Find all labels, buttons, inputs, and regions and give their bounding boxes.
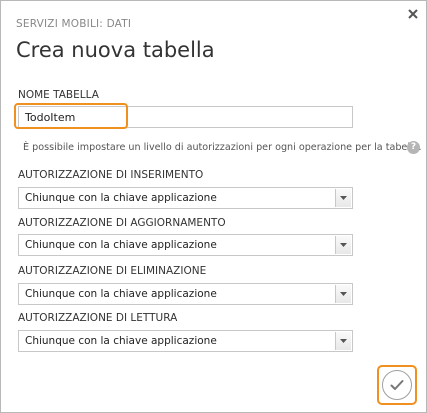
delete-permission-select[interactable]: Chiunque con la chiave applicazione <box>18 283 353 305</box>
dialog-title: Crea nuova tabella <box>16 38 215 62</box>
help-icon[interactable]: ? <box>407 141 420 154</box>
dropdown-button[interactable] <box>335 332 351 350</box>
close-icon <box>408 9 418 19</box>
update-permission-value: Chiunque con la chiave applicazione <box>25 239 217 251</box>
delete-permission-value: Chiunque con la chiave applicazione <box>25 288 217 300</box>
chevron-down-icon <box>340 196 347 200</box>
update-permission-select[interactable]: Chiunque con la chiave applicazione <box>18 234 353 256</box>
insert-permission-value: Chiunque con la chiave applicazione <box>25 192 217 204</box>
delete-permission-label: AUTORIZZAZIONE DI ELIMINAZIONE <box>18 265 207 277</box>
chevron-down-icon <box>340 339 347 343</box>
permissions-help-text: È possibile impostare un livello di auto… <box>23 142 422 153</box>
close-button[interactable] <box>404 5 422 23</box>
dropdown-button[interactable] <box>335 189 351 207</box>
checkmark-icon <box>390 380 404 390</box>
read-permission-value: Chiunque con la chiave applicazione <box>25 335 217 347</box>
create-table-dialog: SERVIZI MOBILI: DATI Crea nuova tabella … <box>0 0 427 413</box>
update-permission-label: AUTORIZZAZIONE DI AGGIORNAMENTO <box>18 217 226 229</box>
dropdown-button[interactable] <box>335 236 351 254</box>
dialog-subtitle: SERVIZI MOBILI: DATI <box>16 18 132 30</box>
table-name-input[interactable] <box>18 106 353 128</box>
chevron-down-icon <box>340 243 347 247</box>
insert-permission-label: AUTORIZZAZIONE DI INSERIMENTO <box>18 169 204 181</box>
dropdown-button[interactable] <box>335 285 351 303</box>
read-permission-label: AUTORIZZAZIONE DI LETTURA <box>18 312 178 324</box>
confirm-button[interactable] <box>382 370 412 400</box>
table-name-label: NOME TABELLA <box>18 89 99 101</box>
read-permission-select[interactable]: Chiunque con la chiave applicazione <box>18 330 353 352</box>
insert-permission-select[interactable]: Chiunque con la chiave applicazione <box>18 187 353 209</box>
chevron-down-icon <box>340 292 347 296</box>
